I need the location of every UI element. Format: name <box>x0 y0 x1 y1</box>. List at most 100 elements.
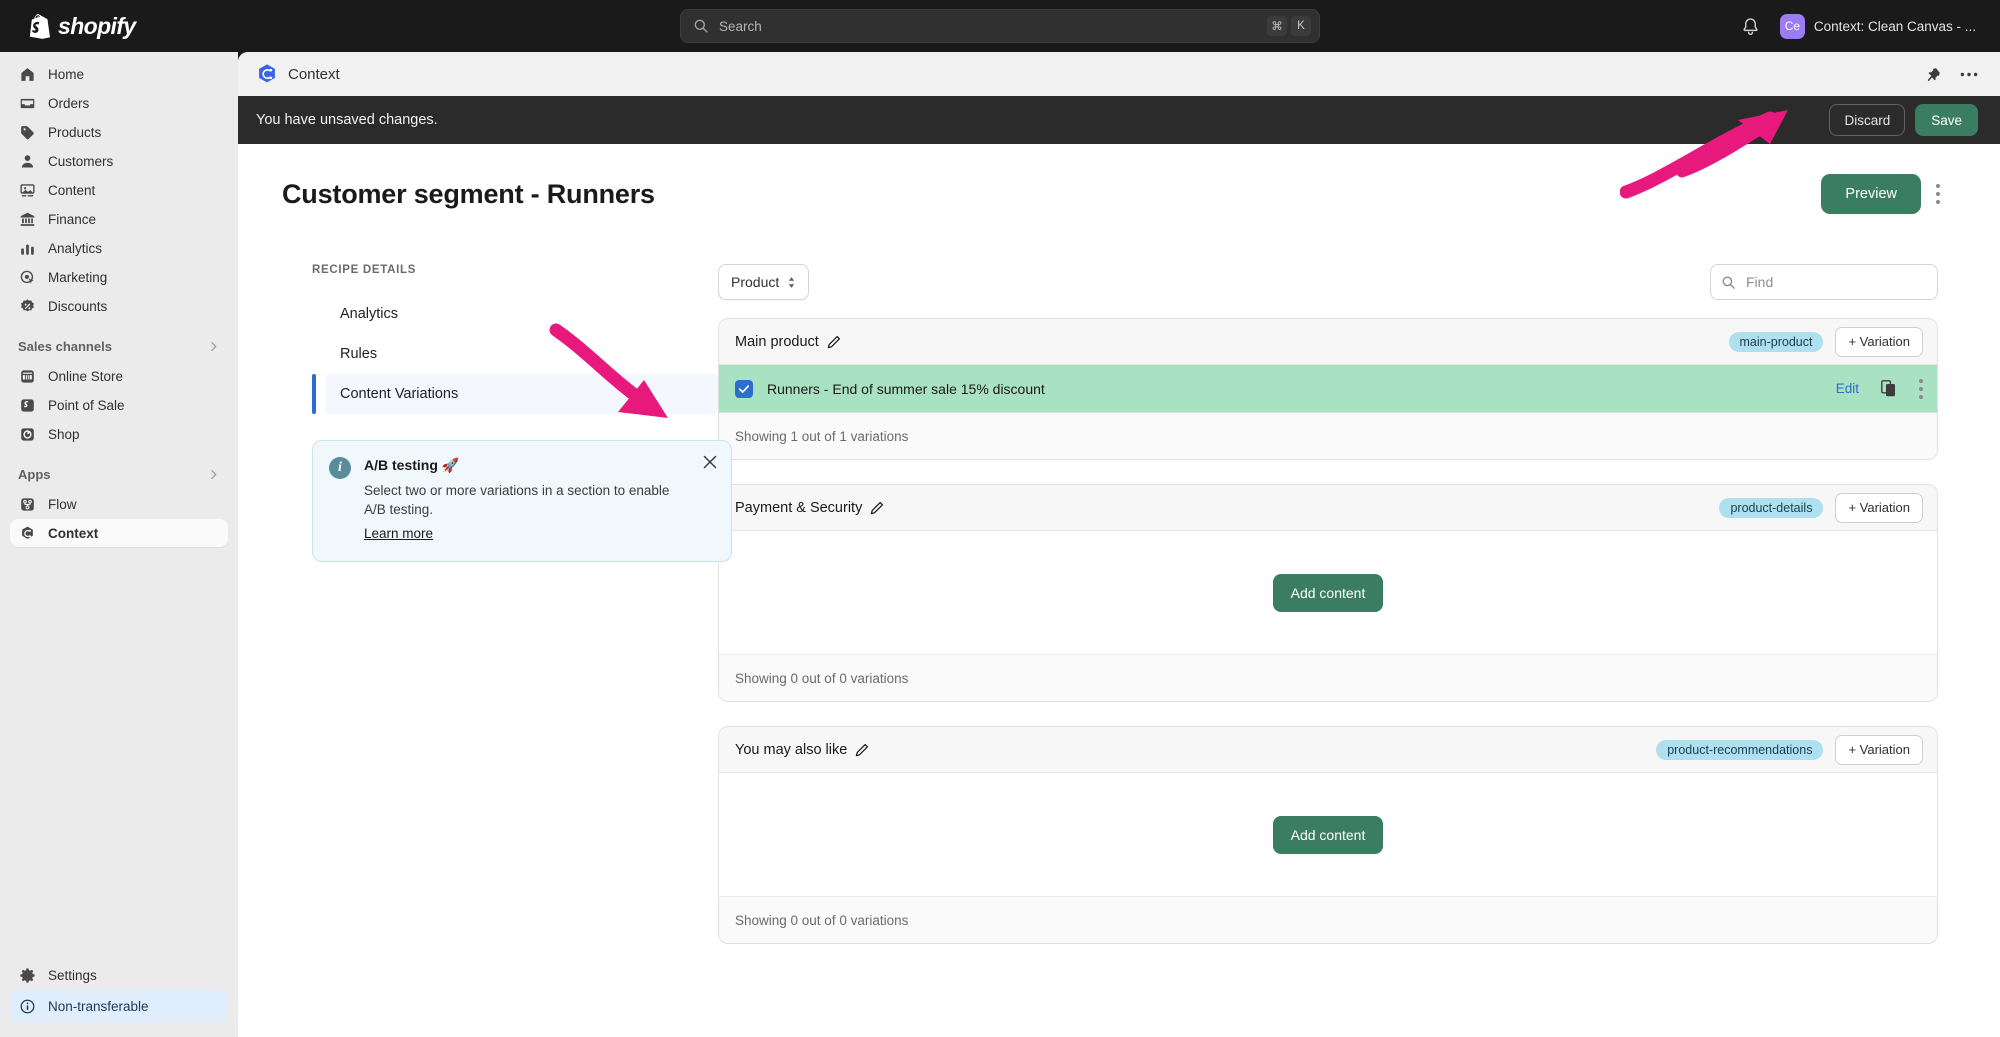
sidebar-item-label: Online Store <box>48 369 123 384</box>
sidebar-item-products[interactable]: Products <box>10 118 228 146</box>
content-icon <box>18 181 37 200</box>
sidebar-item-customers[interactable]: Customers <box>10 147 228 175</box>
app-title: Context <box>288 66 340 83</box>
section-footer: Showing 1 out of 1 variations <box>719 413 1937 459</box>
global-search-placeholder: Search <box>719 19 1263 34</box>
sidebar-section-apps[interactable]: Apps <box>10 460 228 488</box>
global-search-input[interactable]: Search ⌘ K <box>680 9 1320 43</box>
edit-variation-link[interactable]: Edit <box>1836 381 1859 396</box>
section-footer-text: Showing 1 out of 1 variations <box>735 429 908 444</box>
gear-icon <box>18 966 37 985</box>
sidebar-item-home[interactable]: Home <box>10 60 228 88</box>
page-more-menu-icon[interactable] <box>1935 184 1940 204</box>
pencil-icon[interactable] <box>827 335 841 349</box>
preview-button[interactable]: Preview <box>1821 174 1921 214</box>
app-header-actions <box>1927 67 1978 82</box>
sidebar-item-label: Customers <box>48 154 113 169</box>
bell-icon[interactable] <box>1741 17 1760 36</box>
find-input[interactable]: Find <box>1710 264 1938 300</box>
section-header: Payment & Security product-details + Var… <box>719 485 1937 531</box>
info-icon <box>18 997 37 1016</box>
variation-more-menu-icon[interactable] <box>1918 379 1923 399</box>
app-content: Customer segment - Runners Preview RECIP… <box>238 144 2000 1037</box>
sidebar-item-shop[interactable]: Shop <box>10 420 228 448</box>
sidebar-item-point-of-sale[interactable]: Point of Sale <box>10 391 228 419</box>
sidebar-item-label: Context <box>48 526 98 541</box>
page-actions: Preview <box>1821 174 1940 214</box>
variation-checkbox[interactable] <box>735 380 753 398</box>
add-content-button[interactable]: Add content <box>1273 816 1384 854</box>
bar-chart-icon <box>18 239 37 258</box>
account-menu[interactable]: Ce Context: Clean Canvas - ... <box>1772 10 1984 43</box>
learn-more-link[interactable]: Learn more <box>364 526 433 541</box>
sidebar-item-settings[interactable]: Settings <box>10 961 228 989</box>
section-footer-text: Showing 0 out of 0 variations <box>735 913 908 928</box>
sidebar-item-discounts[interactable]: Discounts <box>10 292 228 320</box>
section-card-main-product: Main product main-product + Variation <box>718 318 1938 460</box>
section-badge: product-recommendations <box>1656 740 1823 760</box>
sidebar-item-finance[interactable]: Finance <box>10 205 228 233</box>
add-content-button[interactable]: Add content <box>1273 574 1384 612</box>
global-topbar: shopify Search ⌘ K Ce Context: Clean Can… <box>0 0 2000 52</box>
flow-icon <box>18 495 37 514</box>
sidebar-item-flow[interactable]: Flow <box>10 490 228 518</box>
section-badge: product-details <box>1719 498 1823 518</box>
sidebar-item-orders[interactable]: Orders <box>10 89 228 117</box>
close-icon[interactable] <box>703 455 717 469</box>
section-footer: Showing 0 out of 0 variations <box>719 655 1937 701</box>
sidebar-item-label: Content <box>48 183 95 198</box>
resource-type-select[interactable]: Product <box>718 264 809 300</box>
sidebar-status-non-transferable[interactable]: Non-transferable <box>10 990 228 1022</box>
sidebar-item-context[interactable]: Context <box>10 519 228 547</box>
recipe-details-heading: RECIPE DETAILS <box>312 264 718 276</box>
sidebar-spacer <box>0 548 238 961</box>
add-variation-button[interactable]: + Variation <box>1835 493 1923 523</box>
topbar-right: Ce Context: Clean Canvas - ... <box>1741 0 1984 52</box>
variation-actions: Edit <box>1836 379 1923 399</box>
recipe-nav-label: Content Variations <box>340 386 458 402</box>
sidebar-section-label: Apps <box>18 467 51 482</box>
recipe-nav-analytics[interactable]: Analytics <box>326 294 718 334</box>
pencil-icon[interactable] <box>870 501 884 515</box>
sidebar-item-online-store[interactable]: Online Store <box>10 362 228 390</box>
target-icon <box>18 268 37 287</box>
sidebar-section-label: Sales channels <box>18 339 112 354</box>
sidebar-item-analytics[interactable]: Analytics <box>10 234 228 262</box>
recipe-details-nav: Analytics Rules Content Variations <box>326 294 718 414</box>
recipe-nav-label: Rules <box>340 346 377 362</box>
ellipsis-icon[interactable] <box>1960 72 1978 77</box>
shopify-logo[interactable]: shopify <box>28 13 136 40</box>
sidebar-section-sales-channels[interactable]: Sales channels <box>10 332 228 360</box>
discard-button[interactable]: Discard <box>1829 104 1905 136</box>
sidebar-item-label: Flow <box>48 497 77 512</box>
add-variation-button[interactable]: + Variation <box>1835 327 1923 357</box>
context-icon <box>18 524 37 543</box>
search-icon <box>693 18 709 34</box>
sidebar-item-content[interactable]: Content <box>10 176 228 204</box>
search-icon <box>1721 275 1736 290</box>
pin-icon[interactable] <box>1927 67 1942 82</box>
duplicate-icon[interactable] <box>1881 380 1896 397</box>
add-variation-button[interactable]: + Variation <box>1835 735 1923 765</box>
section-footer-text: Showing 0 out of 0 variations <box>735 671 908 686</box>
app-header: Context <box>238 52 2000 96</box>
shopify-bag-icon <box>28 14 50 39</box>
section-header-actions: product-recommendations + Variation <box>1656 735 1923 765</box>
save-button[interactable]: Save <box>1915 104 1978 136</box>
discount-icon <box>18 297 37 316</box>
sidebar-item-label: Point of Sale <box>48 398 125 413</box>
recipe-nav-rules[interactable]: Rules <box>326 334 718 374</box>
page-header: Customer segment - Runners Preview <box>238 144 2000 214</box>
orders-icon <box>18 94 37 113</box>
section-header-actions: main-product + Variation <box>1729 327 1924 357</box>
sidebar-item-marketing[interactable]: Marketing <box>10 263 228 291</box>
pencil-icon[interactable] <box>855 743 869 757</box>
variation-row[interactable]: Runners - End of summer sale 15% discoun… <box>719 365 1937 413</box>
info-icon: i <box>329 457 351 479</box>
bank-icon <box>18 210 37 229</box>
check-icon <box>738 383 750 395</box>
person-icon <box>18 152 37 171</box>
section-name: Payment & Security <box>735 500 862 516</box>
store-icon <box>18 367 37 386</box>
recipe-nav-content-variations[interactable]: Content Variations <box>326 374 718 414</box>
